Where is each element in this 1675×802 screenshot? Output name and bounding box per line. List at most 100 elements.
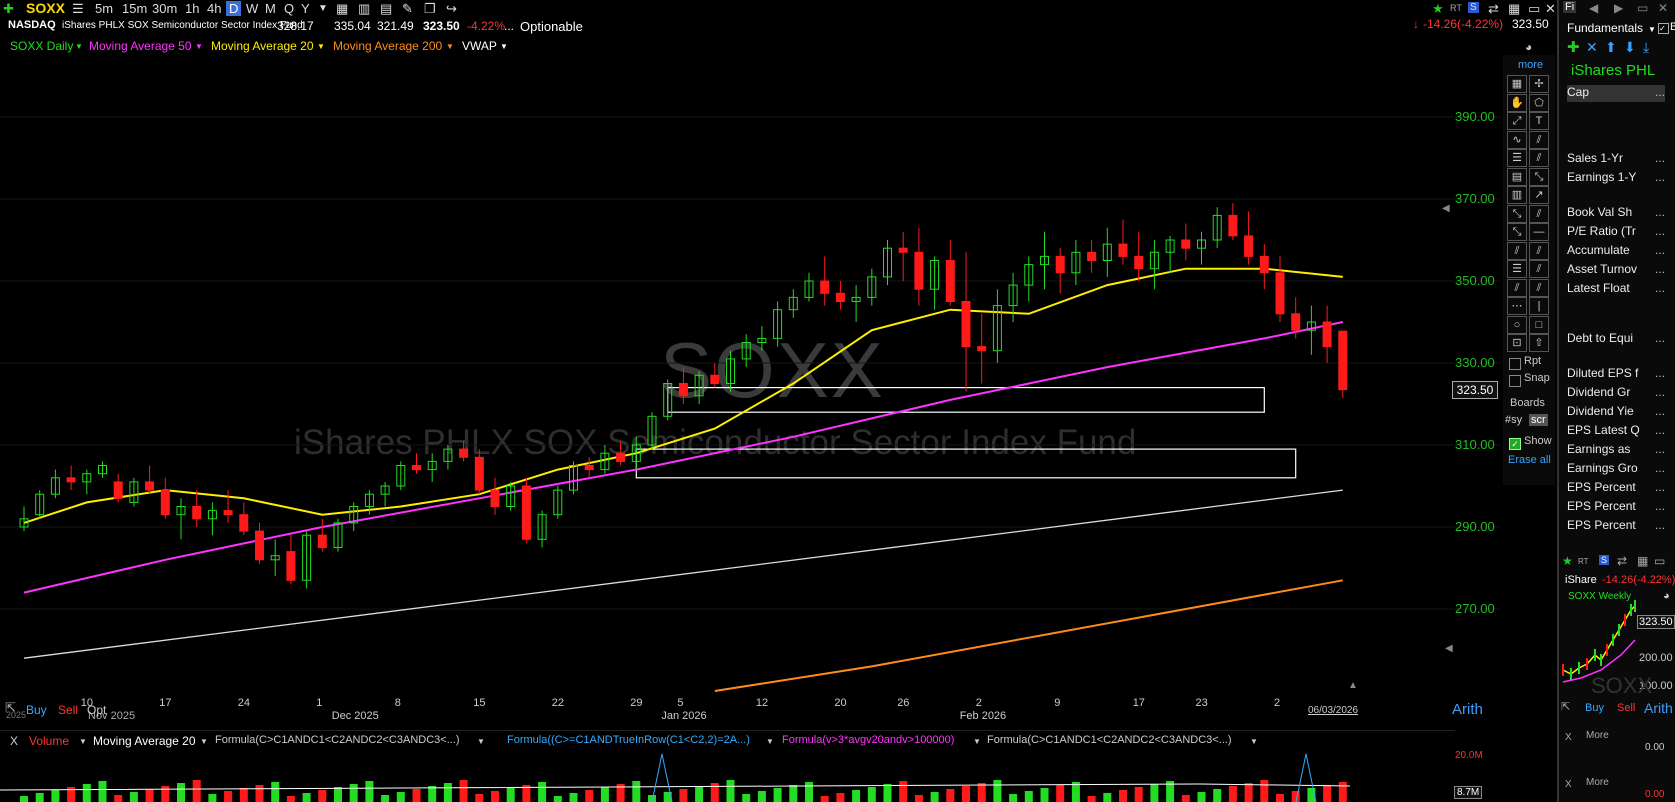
fundamentals-dropdown-icon[interactable]: ▼ <box>1648 25 1656 34</box>
drawing-tool-icon[interactable]: ⫽ <box>1529 241 1549 260</box>
scan-icon[interactable]: S <box>1468 2 1479 13</box>
drawing-tool-icon[interactable]: ⬠ <box>1529 93 1549 112</box>
timeframe-dropdown-icon[interactable]: ▼ <box>318 3 328 14</box>
indicator-formula-2[interactable]: Formula((C>=C1ANDTrueInRow(C1<C2,2)=2A..… <box>507 734 750 746</box>
fundamental-row[interactable]: Dividend Gr... <box>1567 385 1665 402</box>
legend-vwap[interactable]: VWAP <box>462 39 497 53</box>
fundamental-menu[interactable]: ... <box>1655 480 1665 494</box>
legend-dropdown-icon[interactable]: ▼ <box>317 42 325 51</box>
timeframe-quarterly[interactable]: Q <box>284 1 294 16</box>
timeframe-30m[interactable]: 30m <box>152 1 177 16</box>
add-symbol-icon[interactable]: ✚ <box>3 1 14 17</box>
fundamental-row[interactable]: Earnings Gro... <box>1567 461 1665 478</box>
legend-dropdown-icon[interactable]: ▼ <box>446 42 454 51</box>
price-chart[interactable] <box>0 55 1500 730</box>
drawing-tool-icon[interactable]: ✢ <box>1529 75 1549 93</box>
indicator-volume[interactable]: Volume <box>29 734 69 748</box>
share-icon[interactable]: ↪ <box>446 1 457 17</box>
dropdown-icon[interactable]: ▼ <box>1250 737 1258 746</box>
fundamentals-select[interactable]: Fundamentals <box>1567 21 1643 35</box>
timeframe-4h[interactable]: 4h <box>207 1 221 16</box>
mini-close-icon[interactable]: X <box>1565 732 1572 743</box>
move-up-icon[interactable]: ⬆ <box>1605 39 1617 56</box>
layout-icon[interactable]: ▥ <box>358 1 370 17</box>
close-indicators-button[interactable]: X <box>10 734 18 748</box>
fundamental-menu[interactable]: ... <box>1655 385 1665 399</box>
panel-close-icon[interactable]: ✕ <box>1658 1 1668 15</box>
fundamental-menu[interactable]: ... <box>1655 243 1665 257</box>
mini-palette-icon[interactable]: ◕ <box>1663 590 1670 602</box>
drawing-tool-icon[interactable]: ☰ <box>1507 260 1527 278</box>
mini-favorite-icon[interactable]: ★ <box>1562 554 1573 568</box>
snap-checkbox[interactable] <box>1509 375 1521 387</box>
fundamental-row[interactable]: EPS Percent... <box>1567 518 1665 535</box>
fundamental-row[interactable]: Latest Float... <box>1567 281 1665 298</box>
fundamental-row[interactable]: Earnings 1-Y... <box>1567 170 1665 187</box>
panel-back-icon[interactable]: ◀ <box>1589 1 1598 15</box>
quote-more[interactable]: ... <box>504 19 514 33</box>
fundamental-row[interactable]: Diluted EPS f... <box>1567 366 1665 383</box>
drawing-tool-icon[interactable]: ○ <box>1507 315 1527 334</box>
list-icon[interactable]: ☰ <box>72 1 84 17</box>
more-tools-link[interactable]: more <box>1518 59 1543 71</box>
scroll-top-icon[interactable]: ◀ <box>1442 203 1450 214</box>
arith-toggle[interactable]: Arith <box>1452 701 1483 718</box>
timeframe-daily[interactable]: D <box>226 1 242 16</box>
drawing-tool-icon[interactable]: ⤡ <box>1529 167 1549 186</box>
indicator-formula-4[interactable]: Formula(C>C1ANDC1<C2ANDC2<C3ANDC3<...) <box>987 734 1232 746</box>
fundamental-menu[interactable]: ... <box>1655 224 1665 238</box>
drawing-tool-icon[interactable]: ⫽ <box>1507 241 1527 260</box>
timeframe-5m[interactable]: 5m <box>95 1 113 16</box>
rpt-checkbox[interactable] <box>1509 358 1521 370</box>
mini-link-icon[interactable]: ⇄ <box>1617 554 1627 568</box>
table-icon[interactable]: ▤ <box>380 1 392 17</box>
fundamental-menu[interactable]: ... <box>1655 170 1665 184</box>
dropdown-icon[interactable]: ▼ <box>79 737 87 746</box>
fundamental-menu[interactable]: ... <box>1655 331 1665 345</box>
realtime-icon[interactable]: RT <box>1450 3 1462 13</box>
fundamental-menu[interactable]: ... <box>1655 423 1665 437</box>
panel-forward-icon[interactable]: ▶ <box>1614 1 1623 15</box>
legend-price[interactable]: SOXX Daily <box>10 39 73 53</box>
opt-button[interactable]: Opt <box>87 703 106 717</box>
legend-ma200[interactable]: Moving Average 200 <box>333 39 442 53</box>
timeframe-monthly[interactable]: M <box>265 1 276 16</box>
move-down-icon[interactable]: ⬇ <box>1624 39 1636 56</box>
drawing-tool-icon[interactable]: ⇧ <box>1529 334 1549 352</box>
legend-ma20[interactable]: Moving Average 20 <box>211 39 314 53</box>
board-tag-sy[interactable]: #sy <box>1505 414 1522 426</box>
drawing-tool-icon[interactable]: ⫽ <box>1529 204 1549 223</box>
drawing-tool-icon[interactable]: ⫽ <box>1529 260 1549 278</box>
fundamental-row[interactable]: Debt to Equi... <box>1567 331 1665 348</box>
indicator-ma20[interactable]: Moving Average 20 <box>93 734 196 748</box>
drawing-tool-icon[interactable]: ⤡ <box>1507 204 1527 223</box>
fundamental-row[interactable]: Dividend Yie... <box>1567 404 1665 421</box>
fundamental-menu[interactable]: ... <box>1655 442 1665 456</box>
drawing-tool-icon[interactable]: ⫽ <box>1507 278 1527 297</box>
drawing-tool-icon[interactable]: ⫽ <box>1529 149 1549 167</box>
dropdown-icon[interactable]: ▼ <box>973 737 981 746</box>
mini-arith-toggle[interactable]: Arith <box>1644 700 1673 716</box>
board-tag-scr[interactable]: scr <box>1529 414 1548 426</box>
close-window-icon[interactable]: ✕ <box>1545 1 1556 17</box>
drawing-tool-icon[interactable]: ⊡ <box>1507 334 1527 352</box>
bookmark-icon[interactable]: ❐ <box>424 1 436 17</box>
mini-buy-button[interactable]: Buy <box>1585 702 1604 714</box>
mini-close-icon[interactable]: X <box>1565 779 1572 790</box>
drawing-tool-icon[interactable]: ✋ <box>1507 93 1527 112</box>
chart-type-icon[interactable]: ▦ <box>336 1 348 17</box>
fundamental-row[interactable]: EPS Percent... <box>1567 480 1665 497</box>
legend-dropdown-icon[interactable]: ▼ <box>500 42 508 51</box>
fundamental-menu[interactable]: ... <box>1655 262 1665 276</box>
indicator-formula-1[interactable]: Formula(C>C1ANDC1<C2ANDC2<C3ANDC3<...) <box>215 734 460 746</box>
timeframe-yearly[interactable]: Y <box>301 1 310 16</box>
palette-icon[interactable]: ◕ <box>1525 40 1532 54</box>
fundamental-row[interactable]: Earnings as... <box>1567 442 1665 459</box>
nav-arrows-icon[interactable]: ⇱ <box>5 700 16 716</box>
add-icon[interactable]: ✚ <box>1567 38 1580 56</box>
fundamental-menu[interactable]: ... <box>1655 366 1665 380</box>
move-bottom-icon[interactable]: ⤓ <box>1643 39 1649 56</box>
timeframe-weekly[interactable]: W <box>246 1 258 16</box>
fundamental-menu[interactable]: ... <box>1655 281 1665 295</box>
window-icon[interactable]: ▭ <box>1528 1 1540 17</box>
